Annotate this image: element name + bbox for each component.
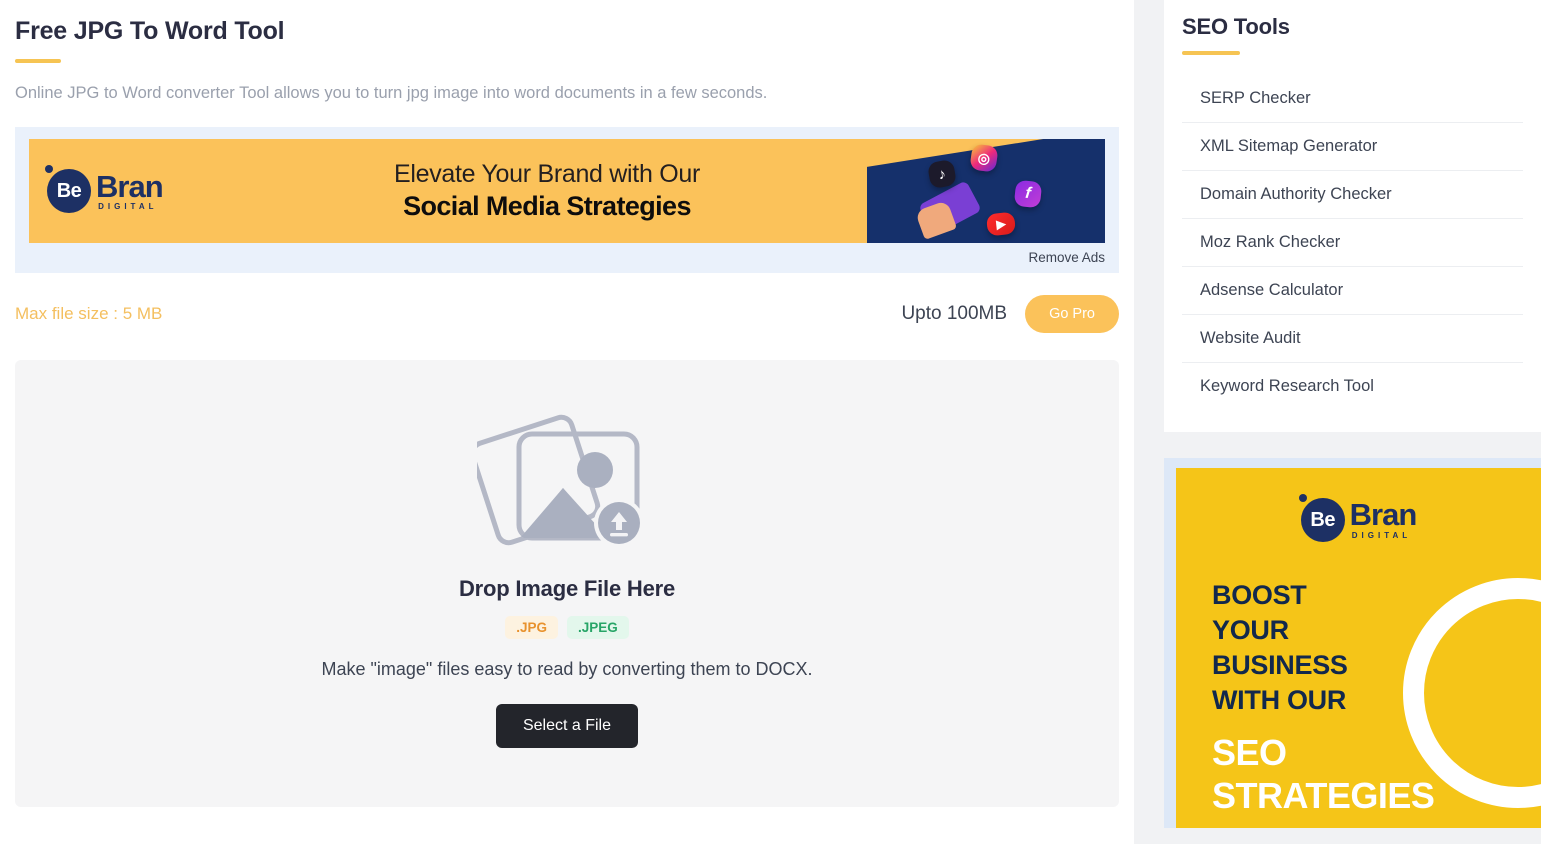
top-ad-banner[interactable]: Be Bran DIGITAL Elevate Your Brand with … bbox=[29, 139, 1105, 244]
sidebar-item-serp-checker[interactable]: SERP Checker bbox=[1182, 75, 1523, 123]
sidebar-item-adsense-calculator[interactable]: Adsense Calculator bbox=[1182, 267, 1523, 315]
upto-label: Upto 100MB bbox=[901, 303, 1008, 325]
format-badge-jpg: .JPG bbox=[505, 616, 558, 640]
sidebar-bebran-dot-icon bbox=[1298, 494, 1307, 502]
file-dropzone[interactable]: Drop Image File Here .JPG .JPEG Make "im… bbox=[15, 360, 1119, 808]
seo-tools-underline-rule bbox=[1182, 51, 1240, 55]
sidebar-item-keyword-research-tool[interactable]: Keyword Research Tool bbox=[1182, 363, 1523, 410]
dropzone-description: Make "image" files easy to read by conve… bbox=[321, 659, 813, 680]
format-badge-jpeg: .JPEG bbox=[566, 616, 629, 640]
seo-tools-title: SEO Tools bbox=[1182, 14, 1290, 39]
title-underline-rule bbox=[15, 59, 61, 64]
sidebar-item-website-audit[interactable]: Website Audit bbox=[1182, 315, 1523, 363]
sidebar-ad-emphasis: SEO STRATEGIES bbox=[1212, 732, 1435, 816]
page-root: Free JPG To Word Tool Online JPG to Word… bbox=[0, 0, 1541, 844]
sidebar-bebran-digital-text: DIGITAL bbox=[1351, 530, 1412, 540]
main-content-column: Free JPG To Word Tool Online JPG to Word… bbox=[0, 0, 1134, 844]
upgrade-group: Upto 100MB Go Pro bbox=[901, 295, 1119, 334]
max-file-size-label: Max file size : 5 MB bbox=[15, 304, 163, 324]
top-ad-container[interactable]: Be Bran DIGITAL Elevate Your Brand with … bbox=[15, 127, 1119, 244]
page-title: Free JPG To Word Tool bbox=[15, 17, 285, 45]
supported-format-badges: .JPG .JPEG bbox=[505, 616, 629, 640]
sidebar-bebran-logo: Be Bran DIGITAL bbox=[1176, 494, 1541, 542]
top-ad-artwork: ♪ ◎ f ▶ bbox=[867, 139, 1105, 244]
sidebar-bebran-circle-icon: Be bbox=[1298, 494, 1345, 542]
sidebar-bebran-bran-text: Bran bbox=[1349, 497, 1418, 533]
sidebar-item-moz-rank-checker[interactable]: Moz Rank Checker bbox=[1182, 219, 1523, 267]
sidebar-ad-container[interactable]: Be Bran DIGITAL BOOST YOUR BUSINESS WITH… bbox=[1164, 458, 1541, 828]
sidebar-ad-banner[interactable]: Be Bran DIGITAL BOOST YOUR BUSINESS WITH… bbox=[1176, 468, 1541, 828]
remove-ads-link[interactable]: Remove Ads bbox=[15, 243, 1119, 274]
sidebar-bebran-wordmark: Bran DIGITAL bbox=[1347, 497, 1418, 540]
sidebar-ad-headline: BOOST YOUR BUSINESS WITH OUR bbox=[1212, 580, 1348, 716]
sidebar-item-xml-sitemap-generator[interactable]: XML Sitemap Generator bbox=[1182, 123, 1523, 171]
seo-tools-list: SERP Checker XML Sitemap Generator Domai… bbox=[1182, 75, 1523, 410]
sidebar-column: SEO Tools SERP Checker XML Sitemap Gener… bbox=[1164, 0, 1541, 844]
dropzone-title: Drop Image File Here bbox=[458, 576, 676, 602]
go-pro-button[interactable]: Go Pro bbox=[1025, 295, 1119, 334]
sidebar-item-domain-authority-checker[interactable]: Domain Authority Checker bbox=[1182, 171, 1523, 219]
seo-tools-card: SEO Tools SERP Checker XML Sitemap Gener… bbox=[1164, 0, 1541, 432]
sidebar-bebran-be-text: Be bbox=[1310, 508, 1335, 531]
select-a-file-button[interactable]: Select a File bbox=[495, 704, 639, 749]
column-gutter bbox=[1134, 0, 1164, 844]
page-subtitle: Online JPG to Word converter Tool allows… bbox=[15, 84, 768, 103]
file-size-row: Max file size : 5 MB Upto 100MB Go Pro bbox=[15, 295, 1119, 334]
image-upload-icon bbox=[469, 406, 657, 556]
